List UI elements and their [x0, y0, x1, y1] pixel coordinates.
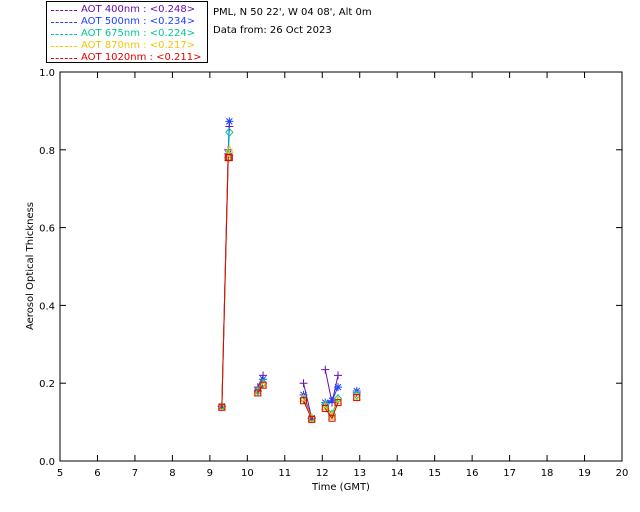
y-tick-label: 0.2 [39, 379, 55, 390]
legend-item: AOT 500nm : <0.234> [47, 16, 207, 28]
legend: AOT 400nm : <0.248> AOT 500nm : <0.234> … [46, 1, 208, 63]
legend-label: AOT 500nm : <0.234> [81, 16, 196, 27]
y-tick-label: 0.0 [39, 457, 55, 468]
legend-swatch [51, 58, 77, 59]
x-tick-label: 20 [616, 468, 629, 479]
data-point [321, 365, 330, 374]
legend-label: AOT 1020nm : <0.211> [81, 52, 202, 63]
x-tick-label: 15 [428, 468, 441, 479]
legend-item: AOT 1020nm : <0.211> [47, 52, 207, 64]
data-point [225, 117, 234, 126]
y-tick-label: 0.4 [39, 301, 55, 312]
x-tick-label: 17 [503, 468, 516, 479]
x-tick-label: 5 [57, 468, 63, 479]
x-tick-label: 19 [578, 468, 591, 479]
x-tick-label: 12 [316, 468, 329, 479]
series-layer [217, 117, 362, 423]
x-tick-label: 13 [353, 468, 366, 479]
x-tick-label: 7 [132, 468, 138, 479]
legend-item: AOT 870nm : <0.217> [47, 40, 207, 52]
y-tick-label: 1.0 [39, 68, 55, 79]
axis-ticks: 5 6 7 8 9 10 11 12 13 14 15 16 17 18 19 20 0.0 0.2 0.4 0.6 0… [39, 68, 628, 479]
y-tick-label: 0.6 [39, 224, 55, 235]
legend-label: AOT 675nm : <0.224> [81, 28, 196, 39]
legend-swatch [51, 46, 77, 47]
data-point [334, 383, 343, 392]
x-tick-label: 10 [241, 468, 254, 479]
site-location: PML, N 50 22', W 04 08', Alt 0m [213, 7, 372, 18]
legend-label: AOT 400nm : <0.248> [81, 4, 196, 15]
x-tick-label: 8 [169, 468, 175, 479]
series [218, 154, 361, 423]
series [217, 117, 361, 423]
series [217, 122, 361, 423]
legend-label: AOT 870nm : <0.217> [81, 40, 196, 51]
aot-chart: 5 6 7 8 9 10 11 12 13 14 15 16 17 18 19 20 0.0 0.2 0.4 0.6 0… [25, 68, 628, 493]
legend-item: AOT 675nm : <0.224> [47, 28, 207, 40]
legend-item: AOT 400nm : <0.248> [47, 4, 207, 16]
legend-swatch [51, 10, 77, 11]
legend-swatch [51, 34, 77, 35]
x-tick-label: 9 [207, 468, 213, 479]
y-tick-label: 0.8 [39, 146, 55, 157]
series [217, 144, 362, 422]
data-point [299, 379, 308, 388]
x-tick-label: 6 [94, 468, 100, 479]
data-point [334, 371, 343, 380]
data-date: Data from: 26 Oct 2023 [213, 25, 332, 36]
x-tick-label: 18 [541, 468, 554, 479]
legend-swatch [51, 22, 77, 23]
y-axis-label: Aerosol Optical Thickness [25, 202, 36, 330]
series [217, 127, 361, 423]
series-line [221, 157, 230, 408]
x-tick-label: 16 [466, 468, 479, 479]
x-tick-label: 14 [391, 468, 404, 479]
x-tick-label: 11 [278, 468, 291, 479]
x-axis-label: Time (GMT) [311, 482, 370, 493]
